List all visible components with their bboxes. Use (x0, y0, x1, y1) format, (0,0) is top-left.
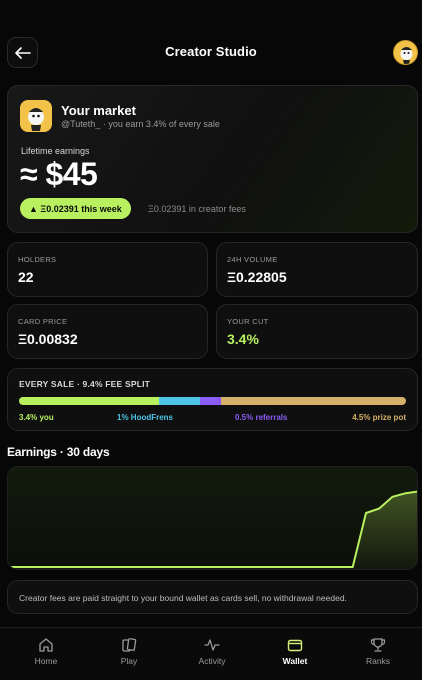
market-title: Your market (61, 103, 136, 118)
tab-play[interactable]: Play (87, 628, 171, 680)
your-cut-label: YOUR CUT (227, 317, 269, 326)
fee-split-segment (200, 397, 221, 405)
fee-split-segment (19, 397, 159, 405)
wallet-icon (287, 639, 303, 652)
card-price-card: CARD PRICE Ξ0.00832 (7, 304, 208, 359)
tab-wallet[interactable]: Wallet (253, 628, 337, 680)
tab-activity[interactable]: Activity (170, 628, 254, 680)
holders-value: 22 (18, 269, 34, 285)
cards-icon (122, 638, 137, 652)
lifetime-earnings-value: ≈ $45 (20, 156, 98, 192)
info-text: Creator fees are paid straight to your b… (19, 593, 347, 603)
volume-label: 24H VOLUME (227, 255, 278, 264)
avatar-character-icon (400, 47, 413, 64)
fee-split-card: EVERY SALE · 9.4% FEE SPLIT 3.4% you 1% … (7, 368, 418, 431)
profile-avatar[interactable] (393, 40, 418, 65)
fee-split-segment (158, 397, 201, 405)
home-icon (39, 638, 53, 652)
tab-ranks-label: Ranks (365, 656, 391, 666)
market-subtitle: @Tuteth_ · you earn 3.4% of every sale (61, 119, 220, 129)
tab-play-label: Play (120, 656, 138, 666)
header: Creator Studio (0, 0, 422, 92)
earnings-line (8, 490, 417, 568)
pulse-icon (204, 639, 220, 651)
earnings-section-title: Earnings · 30 days (7, 445, 110, 459)
market-card: Your market @Tuteth_ · you earn 3.4% of … (7, 85, 418, 233)
holders-card: HOLDERS 22 (7, 242, 208, 297)
tab-home-label: Home (34, 656, 58, 666)
volume-value: Ξ0.22805 (227, 269, 287, 285)
avatar-character-icon (28, 108, 44, 131)
creator-fees-text: Ξ0.02391 in creator fees (148, 204, 246, 214)
info-card: Creator fees are paid straight to your b… (7, 580, 418, 614)
fee-split-segment (220, 397, 406, 405)
tab-wallet-label: Wallet (282, 656, 308, 666)
market-avatar (20, 100, 52, 132)
earnings-area (8, 491, 417, 569)
tab-activity-label: Activity (198, 656, 226, 666)
fee-split-title: EVERY SALE · 9.4% FEE SPLIT (19, 379, 151, 389)
split-legend-prize-pot: 4.5% prize pot (352, 413, 406, 422)
split-legend-you: 3.4% you (19, 413, 54, 422)
split-legend-referrals: 0.5% referrals (235, 413, 288, 422)
card-price-label: CARD PRICE (18, 317, 68, 326)
tab-ranks[interactable]: Ranks (336, 628, 420, 680)
trophy-icon (370, 638, 386, 652)
fee-split-bar (19, 397, 406, 405)
holders-label: HOLDERS (18, 255, 57, 264)
page-title: Creator Studio (165, 44, 257, 59)
split-legend-hoodfrens: 1% HoodFrens (117, 413, 174, 422)
earnings-chart (7, 466, 418, 570)
card-price-value: Ξ0.00832 (18, 331, 78, 347)
tab-bar: Home Play Activity Wallet Ranks (0, 627, 422, 680)
volume-card: 24H VOLUME Ξ0.22805 (216, 242, 418, 297)
tab-home[interactable]: Home (4, 628, 88, 680)
weekly-earnings-badge: ▲ Ξ0.02391 this week (20, 198, 131, 219)
your-cut-value: 3.4% (227, 331, 259, 347)
lifetime-earnings-label: Lifetime earnings (21, 146, 90, 156)
earnings-chart-svg (8, 490, 417, 569)
your-cut-card: YOUR CUT 3.4% (216, 304, 418, 359)
